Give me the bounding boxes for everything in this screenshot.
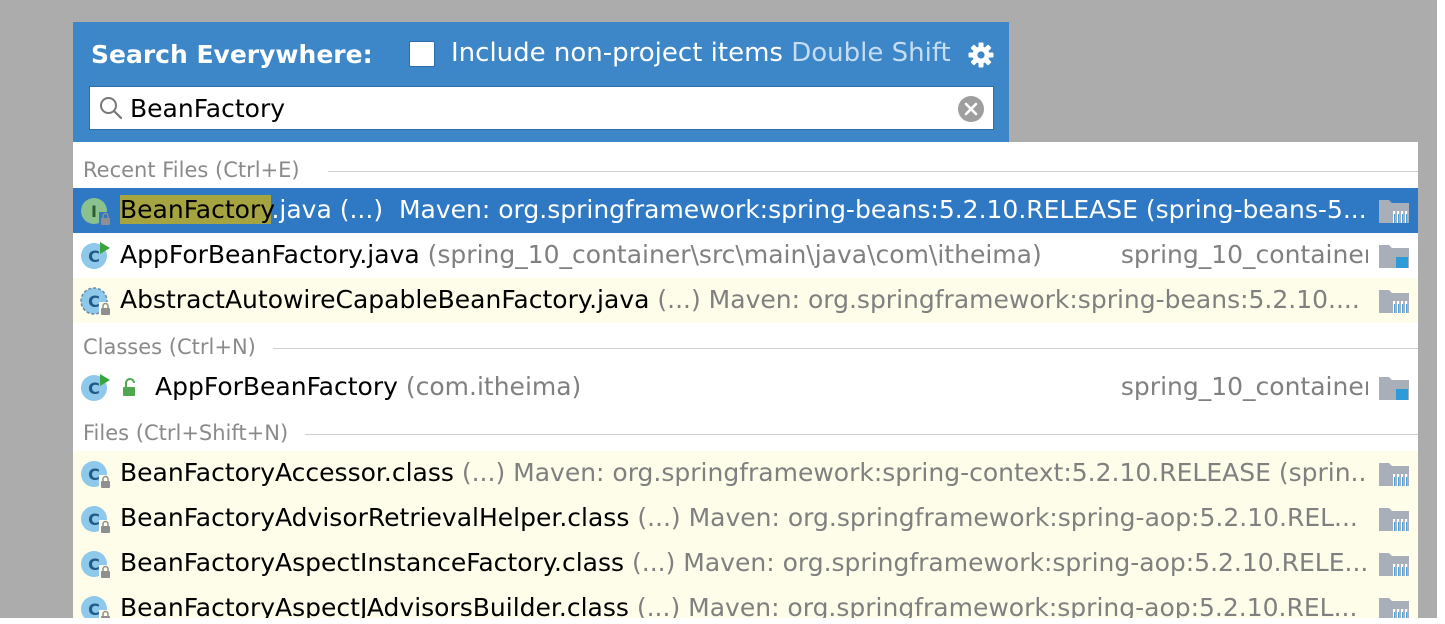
svg-text:C: C [88, 247, 100, 266]
class-locked-icon: C [81, 596, 112, 618]
match-highlight: BeanFactory [120, 195, 272, 224]
interface-locked-icon: I [81, 198, 112, 226]
search-icon [100, 97, 123, 120]
result-trail [1368, 586, 1418, 618]
popup-title: Search Everywhere: [91, 40, 373, 69]
include-label-text: Include non-project items [451, 38, 783, 68]
include-non-project-checkbox[interactable] [409, 41, 435, 67]
svg-text:C: C [88, 292, 100, 311]
result-text: BeanFactoryAdvisorRetrievalHelper.class … [120, 502, 1358, 534]
results-list: Recent Files (Ctrl+E) I BeanFactory.java (… [73, 142, 1418, 618]
result-text: BeanFactoryAccessor.class (...) Maven: o… [120, 457, 1374, 489]
result-location: (...) Maven: org.springframework:spring-… [632, 548, 1369, 577]
runnable-class-icon: C [81, 242, 110, 269]
library-folder-icon [1379, 200, 1409, 223]
library-folder-icon [1379, 598, 1409, 618]
result-location: (...) Maven: org.springframework:spring-… [461, 458, 1375, 487]
result-text: AbstractAutowireCapableBeanFactory.java … [120, 284, 1360, 316]
shortcut-hint: Double Shift [791, 38, 951, 68]
result-text: BeanFactoryAspectInstanceFactory.class (… [120, 547, 1368, 579]
result-text: BeanFactory.java (...) Maven: org.spring… [120, 194, 1375, 226]
result-name: BeanFactoryAspectJAdvisorsBuilder.class [120, 593, 629, 618]
result-row[interactable]: C BeanFactoryAspectJAdvisorsBuilder.class… [73, 586, 1418, 618]
class-locked-icon: C [81, 551, 112, 579]
result-row[interactable]: C AppForBeanFactory.java (spring_10_conta… [73, 233, 1418, 278]
result-location: (...) Maven: org.springframework:spring-… [636, 593, 1358, 618]
abstract-class-locked-icon: C [80, 287, 112, 316]
search-everywhere-header: Search Everywhere: Include non-project i… [73, 22, 1009, 142]
clear-search-icon[interactable] [956, 94, 986, 124]
result-name: BeanFactoryAdvisorRetrievalHelper.class [120, 503, 630, 532]
module-folder-icon [1379, 245, 1409, 268]
section-divider [305, 434, 1418, 435]
result-name: .java (...) [271, 195, 384, 224]
result-trail [1368, 496, 1418, 541]
result-trail [1368, 188, 1418, 233]
result-text: AppForBeanFactory (com.itheima) [155, 371, 581, 403]
result-text: BeanFactoryAspectJAdvisorsBuilder.class … [120, 592, 1357, 618]
result-text: AppForBeanFactory.java (spring_10_contai… [120, 239, 1042, 271]
svg-text:I: I [91, 202, 97, 221]
result-row[interactable]: C AbstractAutowireCapableBeanFactory.java… [73, 278, 1418, 323]
result-row[interactable]: C AppForBeanFactory (com.itheima) spring_1… [73, 365, 1418, 410]
module-name: spring_10_container [1120, 371, 1374, 403]
edge-strip [1437, 0, 1445, 624]
section-label: Recent Files (Ctrl+E) [83, 158, 300, 182]
result-location: Maven: org.springframework:spring-beans:… [398, 195, 1375, 224]
result-trail [1368, 365, 1418, 410]
library-folder-icon [1379, 553, 1409, 576]
svg-text:C: C [88, 510, 100, 529]
result-row[interactable]: I BeanFactory.java (...) Maven: org.sprin… [73, 188, 1418, 233]
svg-text:C: C [88, 379, 100, 398]
result-name: BeanFactoryAspectInstanceFactory.class [120, 548, 625, 577]
svg-text:C: C [88, 600, 100, 618]
result-name: AppForBeanFactory.java [120, 240, 420, 269]
search-box[interactable] [89, 86, 994, 130]
library-folder-icon [1379, 290, 1409, 313]
result-name: AbstractAutowireCapableBeanFactory.java [120, 285, 650, 314]
result-trail [1368, 278, 1418, 323]
gear-icon[interactable] [967, 41, 995, 69]
result-row[interactable]: C BeanFactoryAccessor.class (...) Maven: … [73, 451, 1418, 496]
section-label: Files (Ctrl+Shift+N) [83, 421, 289, 445]
result-location: (spring_10_container\src\main\java\com\i… [427, 240, 1042, 269]
result-location: (com.itheima) [405, 372, 582, 401]
result-row[interactable]: C BeanFactoryAspectInstanceFactory.class … [73, 541, 1418, 586]
result-name: AppForBeanFactory [155, 372, 398, 401]
result-trail [1368, 233, 1418, 278]
class-locked-icon: C [81, 506, 112, 534]
result-trail [1368, 451, 1418, 496]
library-folder-icon [1379, 463, 1409, 486]
unlocked-icon [123, 378, 135, 396]
module-folder-icon [1379, 377, 1409, 400]
section-header: Files (Ctrl+Shift+N) [73, 415, 1418, 451]
section-header: Recent Files (Ctrl+E) [73, 152, 1418, 188]
result-location: (...) Maven: org.springframework:spring-… [657, 285, 1360, 314]
module-name: spring_10_container [1120, 239, 1374, 271]
include-non-project-label[interactable]: Include non-project items Double Shift [451, 37, 951, 69]
search-input[interactable] [130, 89, 950, 127]
result-trail [1368, 541, 1418, 586]
result-location: (...) Maven: org.springframework:spring-… [637, 503, 1358, 532]
section-label: Classes (Ctrl+N) [83, 335, 256, 359]
class-locked-icon: C [81, 461, 112, 489]
svg-text:C: C [88, 465, 100, 484]
result-name: BeanFactoryAccessor.class [120, 458, 454, 487]
section-divider [328, 171, 1418, 172]
result-row[interactable]: C BeanFactoryAdvisorRetrievalHelper.class… [73, 496, 1418, 541]
section-header: Classes (Ctrl+N) [73, 329, 1418, 365]
svg-text:C: C [88, 555, 100, 574]
edge-strip [0, 618, 1445, 624]
runnable-class-icon: C [81, 374, 110, 401]
library-folder-icon [1379, 508, 1409, 531]
section-divider [273, 348, 1418, 349]
